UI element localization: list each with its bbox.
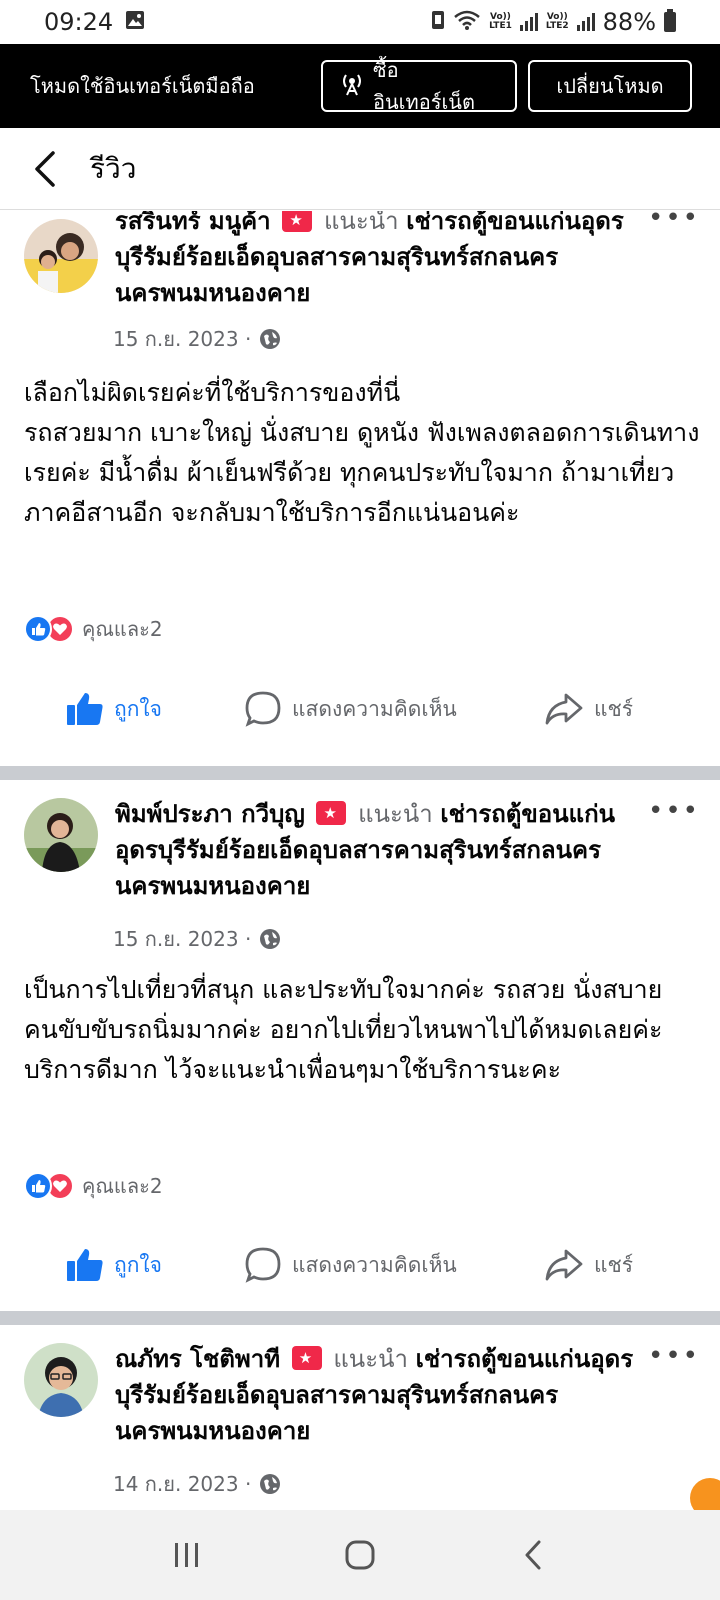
wifi-icon: [453, 8, 481, 36]
post-actions: ถูกใจ แสดงความคิดเห็น แชร์: [0, 679, 720, 739]
recommend-icon: [316, 801, 347, 825]
battery-level: 88%: [602, 8, 656, 36]
recent-apps-icon: [174, 1543, 198, 1567]
signal-icon-1: [519, 13, 538, 31]
like-reaction-icon: [24, 615, 52, 643]
share-label: แชร์: [594, 696, 634, 721]
buy-internet-label: ซื้ออินเทอร์เน็ต: [373, 58, 475, 114]
nfc-icon: [431, 8, 445, 36]
reactions-count: คุณและ2: [82, 1174, 163, 1198]
home-icon: [345, 1540, 375, 1570]
reactions-summary[interactable]: คุณและ2: [24, 1170, 163, 1202]
recent-apps-button[interactable]: [157, 1525, 217, 1585]
signal-icon-2: [576, 13, 595, 31]
post-meta: 15 ก.ย. 2023 ·: [113, 323, 281, 355]
review-text: เป็นการไปเที่ยวที่สนุก และประทับใจมากค่ะ…: [24, 975, 663, 1084]
review-text: เลือกไม่ผิดเรยค่ะที่ใช้บริการของที่นี่ ร…: [24, 378, 700, 527]
battery-icon: [664, 9, 676, 32]
post-header: พิมพ์ประภา กวีบุญ แนะนำ เช่ารถตู้ขอนแก่น…: [115, 796, 635, 904]
post-meta: 15 ก.ย. 2023 ·: [113, 923, 281, 955]
more-options-icon[interactable]: •••: [648, 211, 700, 233]
comment-button[interactable]: แสดงความคิดเห็น: [244, 1246, 457, 1284]
recommend-label: แนะนำ: [323, 211, 399, 235]
like-label: ถูกใจ: [114, 696, 162, 721]
post-actions: ถูกใจ แสดงความคิดเห็น แชร์: [0, 1235, 720, 1295]
reviews-feed[interactable]: รสรินทร์ มนูค้า แนะนำ เช่ารถตู้ขอนแก่นอุ…: [0, 211, 720, 1510]
share-icon: [545, 693, 583, 725]
like-button[interactable]: ถูกใจ: [66, 1247, 162, 1283]
avatar[interactable]: [24, 219, 98, 293]
volte-indicator-1: Vo)) LTE1: [489, 12, 512, 31]
like-button[interactable]: ถูกใจ: [66, 691, 162, 727]
share-label: แชร์: [594, 1252, 634, 1277]
post-header: ณภัทร โชติพาที แนะนำ เช่ารถตู้ขอนแก่นอุด…: [115, 1341, 635, 1449]
post-date[interactable]: 15 ก.ย. 2023 ·: [113, 923, 251, 955]
system-back-icon: [525, 1540, 541, 1570]
globe-icon: [260, 1474, 281, 1494]
globe-icon: [260, 329, 281, 349]
thumbs-up-icon: [67, 1249, 103, 1281]
avatar[interactable]: [24, 798, 98, 872]
share-button[interactable]: แชร์: [544, 691, 633, 727]
comment-label: แสดงความคิดเห็น: [292, 1252, 457, 1277]
comment-icon: [245, 1247, 281, 1283]
more-options-icon[interactable]: •••: [648, 1341, 700, 1371]
comment-label: แสดงความคิดเห็น: [292, 696, 457, 721]
broadcast-icon: [339, 71, 365, 102]
status-time: 09:24: [44, 8, 114, 36]
comment-icon: [245, 691, 281, 727]
switch-mode-button[interactable]: เปลี่ยนโหมด: [528, 60, 692, 112]
back-arrow-icon: [35, 150, 55, 187]
mode-text: โหมดใช้อินเทอร์เน็ตมือถือ: [30, 74, 255, 98]
back-button[interactable]: [0, 128, 90, 210]
reviewer-name[interactable]: รสรินทร์ มนูค้า: [115, 211, 271, 235]
review-post: ณภัทร โชติพาที แนะนำ เช่ารถตู้ขอนแก่นอุด…: [0, 1325, 720, 1510]
post-divider: [0, 1311, 720, 1325]
gallery-icon: [125, 8, 145, 36]
share-icon: [545, 1249, 583, 1281]
post-divider: [0, 766, 720, 780]
reactions-count: คุณและ2: [82, 617, 163, 641]
share-button[interactable]: แชร์: [544, 1247, 633, 1283]
thumbs-up-icon: [67, 693, 103, 725]
more-options-icon[interactable]: •••: [648, 796, 700, 826]
home-button[interactable]: [330, 1525, 390, 1585]
recommend-label: แนะนำ: [333, 1345, 408, 1373]
recommend-icon: [291, 1346, 322, 1370]
post-date[interactable]: 14 ก.ย. 2023 ·: [113, 1468, 251, 1500]
post-header: รสรินทร์ มนูค้า แนะนำ เช่ารถตู้ขอนแก่นอุ…: [115, 211, 635, 311]
page-title: รีวิว: [90, 151, 137, 185]
post-date[interactable]: 15 ก.ย. 2023 ·: [113, 323, 251, 355]
post-meta: 14 ก.ย. 2023 ·: [113, 1468, 281, 1500]
buy-internet-button[interactable]: ซื้ออินเทอร์เน็ต: [321, 58, 517, 114]
comment-button[interactable]: แสดงความคิดเห็น: [244, 690, 457, 728]
globe-icon: [260, 929, 281, 949]
reactions-summary[interactable]: คุณและ2: [24, 613, 163, 645]
data-mode-bar: โหมดใช้อินเทอร์เน็ตมือถือ ซื้ออินเทอร์เน…: [0, 44, 720, 128]
review-post: พิมพ์ประภา กวีบุญ แนะนำ เช่ารถตู้ขอนแก่น…: [0, 780, 720, 1311]
recommend-icon: [282, 211, 313, 232]
like-label: ถูกใจ: [114, 1252, 162, 1277]
avatar[interactable]: [24, 1343, 98, 1417]
system-back-button[interactable]: [503, 1525, 563, 1585]
reviewer-name[interactable]: ณภัทร โชติพาที: [115, 1345, 280, 1373]
volte-indicator-2: Vo)) LTE2: [545, 12, 569, 31]
status-bar: 09:24 Vo)) LTE1 Vo)) LTE2 88%: [0, 0, 720, 44]
system-navigation-bar: [0, 1510, 720, 1600]
header: รีวิว: [0, 128, 720, 210]
reviewer-name[interactable]: พิมพ์ประภา กวีบุญ: [115, 800, 305, 828]
like-reaction-icon: [24, 1172, 52, 1200]
review-post: รสรินทร์ มนูค้า แนะนำ เช่ารถตู้ขอนแก่นอุ…: [0, 211, 720, 766]
recommend-label: แนะนำ: [358, 800, 433, 828]
